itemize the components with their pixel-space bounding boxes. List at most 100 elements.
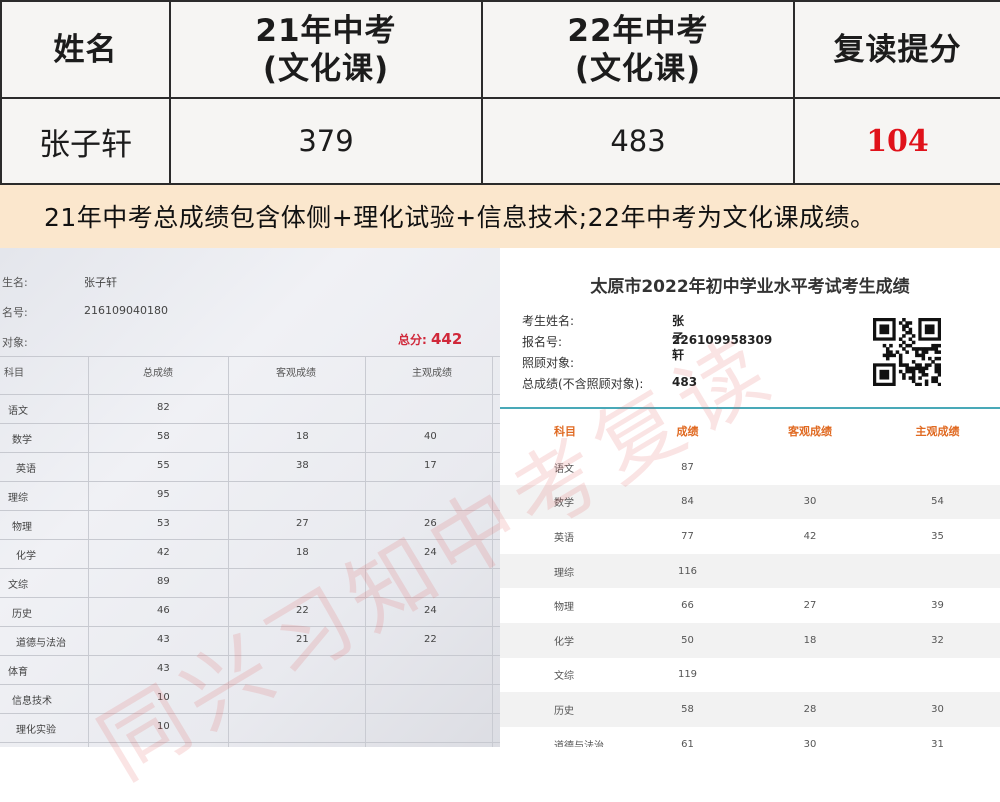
photo-cell-subject: 化学 (16, 551, 36, 562)
sheet-cell-subjective: 35 (931, 530, 944, 542)
header-2021-line2: (文化课) (262, 50, 390, 87)
photo-table-row: 物理 53 27 26 (0, 510, 500, 539)
info-label: 考生姓名: (522, 314, 575, 328)
photo-table-row: 历史 46 22 24 (0, 597, 500, 626)
photo-id-value: 216109040180 (84, 304, 168, 317)
photo-cell-subject: 理综 (8, 493, 28, 504)
sheet-table-row: 语文 87 (500, 450, 1000, 485)
photo-table-row: 信息技术 10 (0, 684, 500, 713)
photo-cell-total: 43 (157, 634, 170, 645)
sheet-cell-subjective (875, 553, 1000, 589)
sheet-cell-objective: 30 (745, 484, 875, 520)
info-value: 483 (672, 375, 698, 389)
sheet-cell-subjective (875, 658, 1000, 693)
photo-cell-subjective: 24 (424, 605, 437, 616)
sheet-cell-subject: 英语 (554, 532, 574, 544)
photo-2021-results: 生名: 张子轩 名号: 216109040180 对象: 总分: 442 科目 … (0, 248, 500, 747)
photo-cell-total: 46 (157, 605, 170, 616)
sheet-table-row: 数学 84 30 54 (500, 484, 1000, 520)
photo-header-subject: 科目 (4, 368, 24, 379)
photo-cell-subjective: 17 (424, 460, 437, 471)
photo-table-row: 英语 55 38 17 (0, 452, 500, 481)
photo-name-value: 张子轩 (84, 276, 117, 289)
sheet-cell-objective: 42 (803, 530, 817, 542)
sheet-cell-subject: 语文 (554, 463, 574, 475)
photo-cell-objective: 38 (296, 460, 309, 471)
header-2021-line1: 21年中考 (255, 12, 397, 49)
student-name: 张子轩 (0, 97, 171, 185)
photo-target-label: 对象: (2, 336, 28, 349)
official-2022-results: 太原市2022年初中学业水平考试考生成绩 考生姓名: 张子轩 报名号: 2261… (500, 250, 1000, 747)
photo-grid-row-line (0, 742, 500, 743)
photo-cell-total: 95 (157, 489, 170, 500)
sheet-cell-subjective: 39 (931, 600, 944, 612)
sheet-cell-subjective: 31 (931, 738, 944, 747)
photo-cell-subject: 体育 (8, 667, 28, 678)
photo-total: 总分: 442 (398, 330, 462, 348)
sheet-divider (500, 407, 1000, 409)
sheet-table-row: 物理 66 27 39 (500, 588, 1000, 623)
photo-cell-objective: 27 (296, 518, 309, 529)
sheet-cell-score: 58 (630, 692, 745, 727)
photo-header-total: 总成绩 (143, 368, 173, 379)
photo-cell-total: 10 (157, 721, 170, 732)
photo-cell-objective: 18 (296, 431, 309, 442)
photo-cell-objective: 21 (296, 634, 309, 645)
photo-id-label: 名号: (2, 306, 28, 319)
sheet-table-row: 文综 119 (500, 658, 1000, 693)
photo-header-objective: 客观成绩 (276, 368, 316, 379)
sheet-cell-subject: 理综 (500, 553, 630, 589)
comparison-table: 姓名 21年中考 (文化课) 22年中考 (文化课) 复读提分 张子轩 379 … (0, 0, 1000, 185)
sheet-cell-score: 84 (630, 484, 745, 520)
score-2021: 379 (169, 97, 483, 185)
qr-code-icon (873, 318, 941, 386)
photo-table-row: 文综 89 (0, 568, 500, 597)
sheet-cell-score: 66 (681, 600, 694, 612)
sheet-cell-score: 50 (630, 622, 745, 658)
photo-cell-objective: 18 (296, 547, 309, 558)
photo-cell-subjective: 22 (424, 634, 437, 645)
photo-cell-subjective: 40 (424, 431, 437, 442)
photo-total-label: 总分: (398, 333, 427, 347)
header-score-gain: 复读提分 (793, 0, 1000, 99)
score-gain: 104 (793, 97, 1000, 185)
photo-rows: 语文 82 数学 58 18 40 英语 55 38 17 理综 95 物理 53 27 26 化学 42 18 24… (0, 394, 500, 742)
photo-cell-subject: 文综 (8, 580, 28, 591)
photo-cell-subject: 信息技术 (12, 696, 52, 707)
sheet-cell-score: 119 (677, 669, 698, 681)
sheet-table-row: 化学 50 18 32 (500, 622, 1000, 658)
sheet-table-row: 英语 77 42 35 (500, 519, 1000, 554)
photo-cell-subject: 英语 (16, 464, 36, 475)
score-2022: 483 (481, 97, 795, 185)
sheet-cell-objective: 18 (745, 622, 875, 658)
photo-cell-total: 42 (157, 547, 170, 558)
sheet-cell-subject: 道德与法治 (554, 740, 604, 747)
photo-cell-subject: 语文 (8, 406, 28, 417)
photo-cell-subject: 理化实验 (16, 725, 56, 736)
sheet-table-row: 历史 58 28 30 (500, 692, 1000, 727)
sheet-cell-subjective: 54 (875, 484, 1000, 520)
sheet-cell-score: 87 (681, 461, 694, 473)
photo-table-row: 体育 43 (0, 655, 500, 684)
sheet-cell-subject: 历史 (500, 692, 630, 727)
sheet-cell-objective (745, 553, 875, 589)
photo-cell-subject: 数学 (12, 435, 32, 446)
sheet-cell-objective: 27 (803, 600, 817, 612)
header-2022-line2: (文化课) (574, 50, 702, 87)
sheet-cell-score: 77 (681, 530, 694, 542)
info-label: 报名号: (522, 335, 563, 349)
sheet-cell-score: 116 (630, 553, 745, 589)
sheet-cell-subject: 数学 (500, 484, 630, 520)
sheet-cell-subjective: 32 (875, 622, 1000, 658)
photo-name-label: 生名: (2, 276, 28, 289)
comparison-row: 张子轩 379 483 104 (0, 97, 1000, 185)
photo-table-row: 化学 42 18 24 (0, 539, 500, 568)
photo-cell-total: 82 (157, 402, 170, 413)
sheet-header-subjective: 主观成绩 (915, 425, 960, 438)
sheet-header-score: 成绩 (676, 425, 699, 438)
sheet-cell-subject: 物理 (554, 602, 574, 614)
photo-cell-objective: 22 (296, 605, 309, 616)
sheet-table-row: 道德与法治 61 30 31 (500, 727, 1000, 747)
photo-cell-subjective: 26 (424, 518, 437, 529)
photo-cell-subject: 物理 (12, 522, 32, 533)
